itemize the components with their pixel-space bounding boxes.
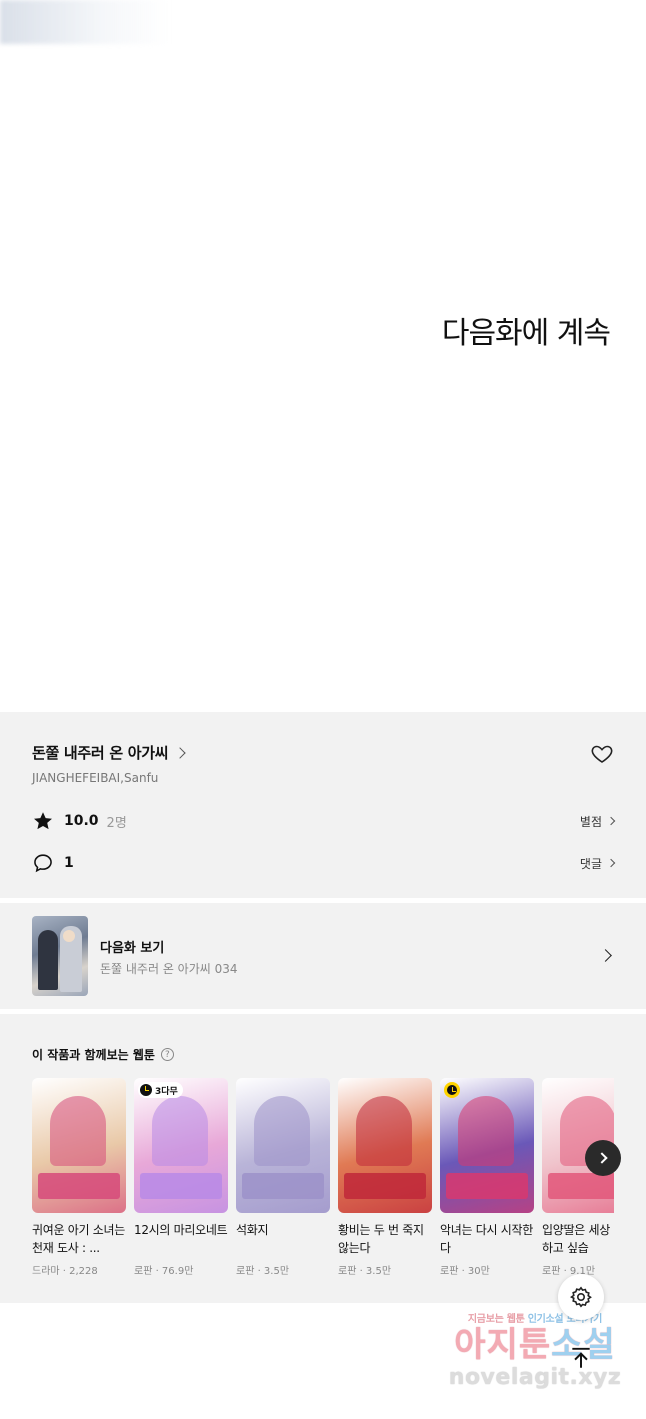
watermark-logo: 아지툰소설 <box>454 1325 616 1365</box>
rating-count: 2명 <box>106 815 127 831</box>
rating-row: 10.0 2명 별점 <box>32 808 616 834</box>
recommendations-panel: 이 작품과 함께보는 웹툰 ? 귀여운 아기 소녀는 천재 도사 : ... 드라… <box>0 1014 646 1303</box>
watermark-url: novelagit.xyz <box>448 1365 622 1390</box>
arrow-up-icon <box>572 1347 590 1368</box>
recommendation-cover <box>440 1078 534 1213</box>
recommendation-cover <box>236 1078 330 1213</box>
rating-value: 10.0 <box>64 813 99 829</box>
recommendations-title: 이 작품과 함께보는 웹툰 <box>32 1048 155 1062</box>
series-title-link[interactable]: 돈쭐 내주러 온 아가씨 <box>32 742 186 763</box>
chevron-right-icon <box>606 816 616 826</box>
comment-row: 1 댓글 <box>32 850 616 876</box>
help-icon[interactable]: ? <box>160 1048 174 1061</box>
chevron-right-icon <box>174 746 186 759</box>
recommendation-title: 악녀는 다시 시작한다 <box>440 1223 533 1255</box>
star-icon <box>34 812 52 830</box>
recommendation-title: 12시의 마리오네트 <box>134 1223 228 1237</box>
next-episode-subtitle: 돈쭐 내주러 온 아가씨 034 <box>100 962 238 976</box>
rating-link-label: 별점 <box>579 814 602 829</box>
next-episode-button[interactable]: 다음화 보기 돈쭐 내주러 온 아가씨 034 <box>0 903 646 1009</box>
top-image-fragment <box>0 0 170 44</box>
clock-icon <box>140 1084 152 1096</box>
to-be-continued-text: 다음화에 계속 <box>441 316 611 351</box>
recommendation-meta: 로판 · 3.5만 <box>236 1266 290 1277</box>
recommendation-card[interactable]: 황비는 두 번 죽지 않는다로판 · 3.5만 <box>338 1078 432 1277</box>
recommendation-card[interactable]: 석화지로판 · 3.5만 <box>236 1078 330 1277</box>
recommendation-meta: 드라마 · 2,228 <box>32 1266 98 1277</box>
recommendation-card[interactable]: 입양딸은 세상 구원하고 싶습로판 · 9.1만 <box>542 1078 614 1277</box>
settings-button[interactable] <box>558 1274 604 1320</box>
comment-link[interactable]: 댓글 <box>579 855 616 872</box>
series-info-panel: 돈쭐 내주러 온 아가씨 JIANGHEFEIBAI,Sanfu 10.0 2명… <box>0 712 646 898</box>
recommendation-cover <box>338 1078 432 1213</box>
recommendation-cover <box>32 1078 126 1213</box>
chevron-right-icon <box>595 1152 608 1164</box>
gear-icon <box>569 1286 592 1308</box>
recommendation-meta: 로판 · 30만 <box>440 1266 490 1277</box>
recommendation-meta: 로판 · 3.5만 <box>338 1266 392 1277</box>
chevron-right-icon <box>606 858 616 868</box>
scroll-to-top-button[interactable] <box>563 1340 599 1376</box>
wait-free-badge: 3다무 <box>138 1082 183 1098</box>
rating-link[interactable]: 별점 <box>579 813 616 830</box>
chevron-right-icon <box>599 949 612 962</box>
recommendation-meta: 로판 · 76.9만 <box>134 1266 194 1277</box>
recommendations-header: 이 작품과 함께보는 웹툰 ? <box>32 1046 174 1063</box>
recommendation-carousel: 귀여운 아기 소녀는 천재 도사 : ... 드라마 · 2,228 3다무 12시의… <box>32 1078 614 1288</box>
comment-link-label: 댓글 <box>579 856 602 871</box>
recommendation-title: 입양딸은 세상 구원하고 싶습 <box>542 1223 614 1255</box>
favorite-button[interactable] <box>590 742 614 766</box>
carousel-next-button[interactable] <box>585 1140 621 1176</box>
heart-icon <box>591 745 613 763</box>
series-title: 돈쭐 내주러 온 아가씨 <box>32 744 169 762</box>
series-authors: JIANGHEFEIBAI,Sanfu <box>32 771 159 785</box>
recommendation-card[interactable]: 악녀는 다시 시작한다로판 · 30만 <box>440 1078 534 1277</box>
recommendation-card[interactable]: 귀여운 아기 소녀는 천재 도사 : ... 드라마 · 2,228 <box>32 1078 126 1277</box>
next-episode-thumbnail <box>32 916 88 996</box>
wait-free-icon <box>444 1082 460 1098</box>
watermark: 지금보는 웹툰 인기소설 보러가기 아지툰소설 novelagit.xyz <box>440 1310 630 1410</box>
recommendation-title: 귀여운 아기 소녀는 천재 도사 : ... <box>32 1223 125 1255</box>
recommendation-card[interactable]: 3다무 12시의 마리오네트로판 · 76.9만 <box>134 1078 228 1277</box>
comment-icon <box>34 854 52 873</box>
next-episode-label: 다음화 보기 <box>100 941 165 956</box>
recommendation-cover: 3다무 <box>134 1078 228 1213</box>
recommendation-title: 석화지 <box>236 1223 269 1237</box>
recommendation-title: 황비는 두 번 죽지 않는다 <box>338 1223 424 1255</box>
comment-count: 1 <box>64 855 74 871</box>
watermark-line1: 지금보는 웹툰 인기소설 보러가기 <box>467 1314 602 1325</box>
